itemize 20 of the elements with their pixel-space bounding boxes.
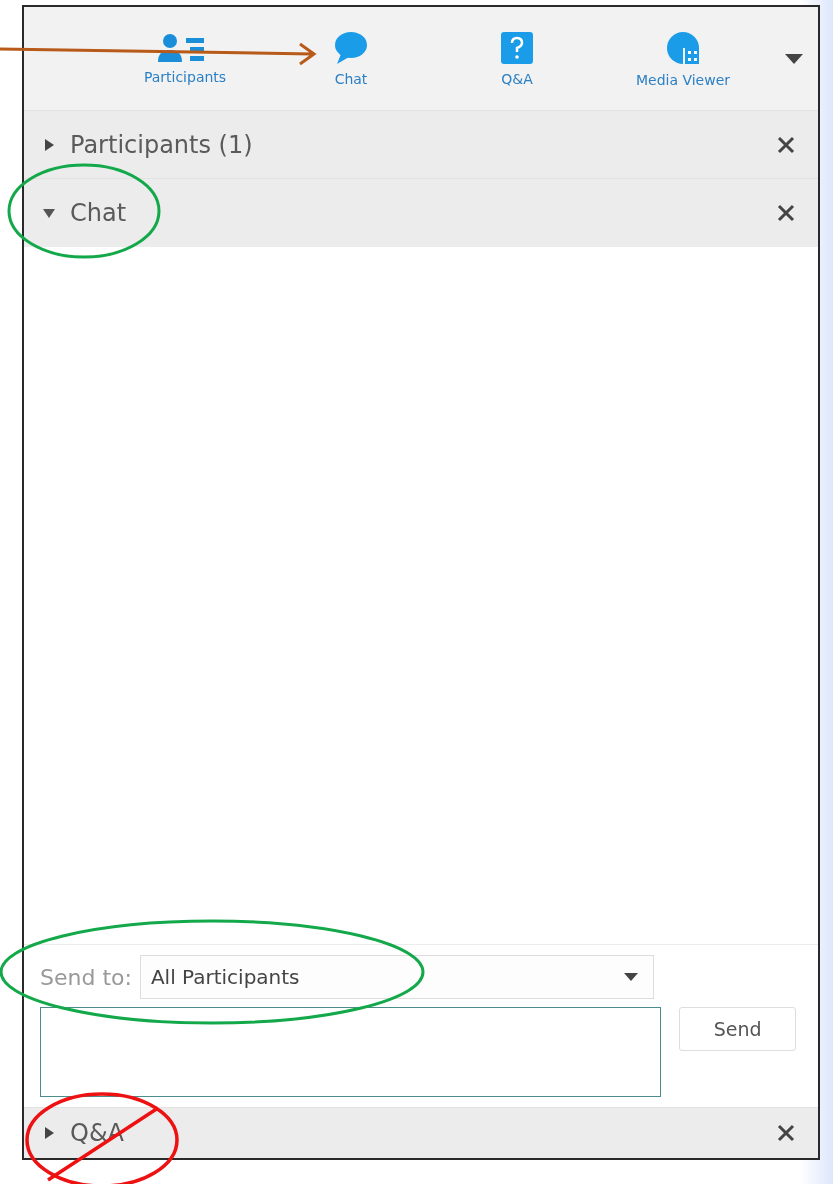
toolbar-tab[interactable]: Q&A xyxy=(434,30,600,87)
close-icon[interactable] xyxy=(776,1123,796,1143)
close-icon[interactable] xyxy=(776,134,796,155)
dropdown-caret-icon xyxy=(622,972,639,982)
speech-bubble-icon xyxy=(333,30,369,65)
section-header[interactable]: Chat xyxy=(24,178,818,247)
recipient-dropdown[interactable]: All Participants xyxy=(139,955,654,999)
toolbar-tab[interactable]: Chat xyxy=(268,30,434,87)
dropdown-caret-icon[interactable] xyxy=(784,52,804,65)
question-icon xyxy=(500,30,534,65)
section-title: Participants (1) xyxy=(70,130,254,159)
media-viewer-icon xyxy=(665,29,701,66)
send-button[interactable]: Send xyxy=(679,1007,796,1051)
message-input[interactable] xyxy=(40,1007,662,1097)
toolbar-tab[interactable]: Participants xyxy=(102,32,268,85)
section-header[interactable]: Participants (1) xyxy=(24,110,818,178)
close-icon[interactable] xyxy=(776,203,796,223)
toolbar-tab[interactable]: Media Viewer xyxy=(600,29,766,88)
send-to-label: Send to: xyxy=(40,964,132,990)
section-title: Chat xyxy=(70,199,128,227)
